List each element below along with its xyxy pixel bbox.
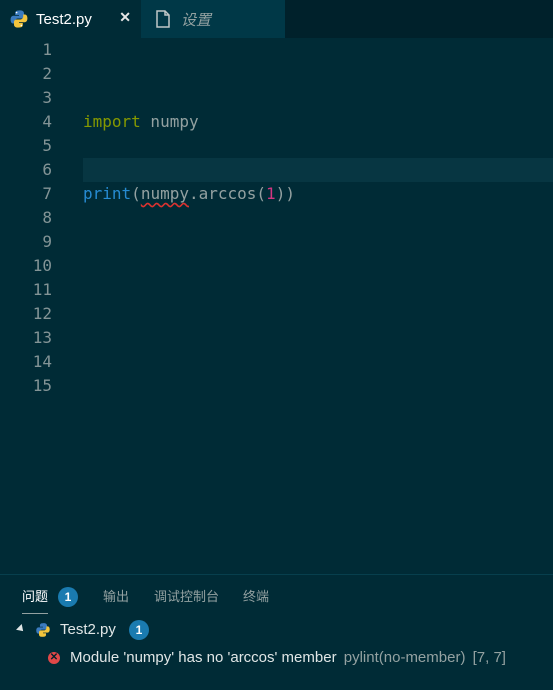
import-keyword: import <box>83 112 141 131</box>
line-number: 4 <box>42 112 52 131</box>
tab-terminal[interactable]: 终端 <box>243 585 269 609</box>
number-literal: 1 <box>266 184 276 203</box>
file-icon <box>156 10 170 28</box>
code-line-4[interactable]: import numpy <box>83 110 199 134</box>
line-number: 12 <box>32 304 52 323</box>
code-editor[interactable]: 1 2 3 4 5 6 7 8 9 10 11 12 13 14 15 import numpy print… <box>0 38 553 574</box>
problem-location: [7, 7] <box>472 649 506 666</box>
print-function: print <box>83 184 132 203</box>
line-number: 10 <box>32 256 52 275</box>
line-number: 8 <box>42 208 52 227</box>
line-number: 11 <box>32 280 52 299</box>
code-text: )) <box>275 184 295 203</box>
problem-entry[interactable]: ✕ Module 'numpy' has no 'arccos' member … <box>0 647 553 669</box>
problem-file-row[interactable]: Test2.py 1 <box>0 619 553 641</box>
problem-message: Module 'numpy' has no 'arccos' member <box>70 649 337 666</box>
line-number: 13 <box>32 328 52 347</box>
line-number: 15 <box>32 376 52 395</box>
line-number: 14 <box>32 352 52 371</box>
line-number: 3 <box>42 88 52 107</box>
problem-file-name: Test2.py <box>60 621 116 638</box>
close-icon[interactable]: ✕ <box>119 9 131 26</box>
problems-count-badge: 1 <box>58 587 78 607</box>
python-icon <box>10 10 28 28</box>
code-text: numpy <box>140 112 199 131</box>
error-icon: ✕ <box>48 652 60 664</box>
problem-line: Module 'numpy' has no 'arccos' member py… <box>70 647 506 669</box>
python-icon <box>36 623 50 637</box>
code-text: ( <box>131 184 141 203</box>
tab-output[interactable]: 输出 <box>103 585 129 609</box>
tab-problems[interactable]: 问题 <box>22 585 48 609</box>
line-number: 6 <box>42 160 52 179</box>
code-text: .arccos( <box>188 184 267 203</box>
line-number: 2 <box>42 64 52 83</box>
active-tab-underline <box>22 613 48 614</box>
problem-source: pylint(no-member) <box>343 649 466 666</box>
chevron-down-icon[interactable] <box>16 624 26 634</box>
line-number: 7 <box>42 184 52 203</box>
panel-tabs: 问题 1 输出 调试控制台 终端 <box>0 585 553 614</box>
tab-debug-console[interactable]: 调试控制台 <box>154 585 219 609</box>
problems-panel: 问题 1 输出 调试控制台 终端 Test2.py 1 ✕ Module 'nu… <box>0 574 553 690</box>
tab-test2-py[interactable]: Test2.py ✕ <box>0 0 141 38</box>
line-number: 1 <box>42 40 52 59</box>
file-problem-count-badge: 1 <box>129 620 149 640</box>
tab-label: Test2.py <box>36 10 92 28</box>
tab-settings[interactable]: 设置 <box>141 0 286 38</box>
editor-tab-bar: Test2.py ✕ 设置 <box>0 0 553 38</box>
code-line-7[interactable]: print(numpy.arccos(1)) <box>83 182 295 206</box>
tab-label: 设置 <box>181 11 212 29</box>
current-line-highlight <box>83 158 553 182</box>
line-number: 9 <box>42 232 52 251</box>
line-number: 5 <box>42 136 52 155</box>
error-squiggle[interactable]: numpy <box>141 184 189 203</box>
